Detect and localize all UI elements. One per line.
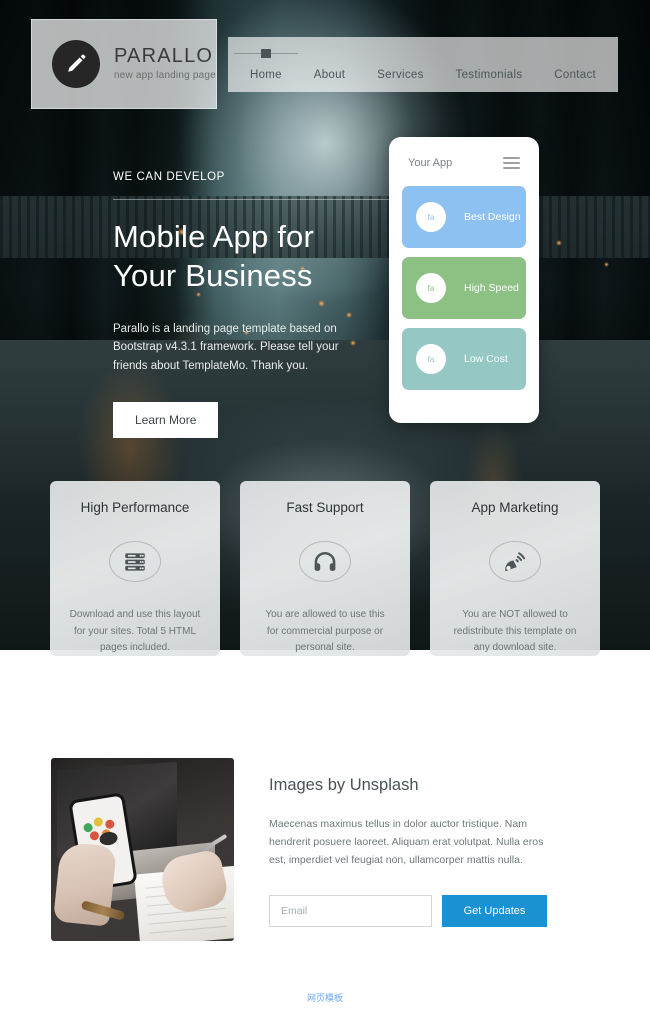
get-updates-button[interactable]: Get Updates bbox=[442, 895, 547, 928]
logo-block[interactable]: PARALLO new app landing page bbox=[31, 19, 217, 109]
brand-tagline: new app landing page bbox=[114, 70, 216, 82]
app-card-label: High Speed bbox=[464, 282, 519, 294]
feature-title: High Performance bbox=[80, 500, 190, 515]
nav-item-testimonials-label: Testimonials bbox=[455, 69, 523, 81]
unsplash-paragraph: Maecenas maximus tellus in dolor auctor … bbox=[269, 818, 544, 867]
feature-title: Fast Support bbox=[286, 500, 364, 515]
fa-icon-placeholder: fa bbox=[416, 202, 446, 232]
feature-description: You are NOT allowed to redistribute this… bbox=[453, 609, 577, 653]
fa-icon-label: fa bbox=[427, 354, 435, 364]
nav-active-slider-icon bbox=[233, 49, 298, 58]
nav-item-services[interactable]: Services bbox=[377, 69, 424, 81]
nav-item-about[interactable]: About bbox=[314, 69, 346, 81]
feature-card-app-marketing[interactable]: App Marketing You are NOT allowed to red… bbox=[430, 481, 600, 656]
email-input[interactable] bbox=[269, 895, 432, 928]
satellite-dish-icon bbox=[489, 541, 541, 583]
nav-item-home-label: Home bbox=[250, 69, 282, 81]
feature-description: Download and use this layout for your si… bbox=[69, 609, 201, 653]
nav-item-testimonials[interactable]: Testimonials bbox=[456, 69, 523, 81]
feature-title: App Marketing bbox=[471, 500, 559, 515]
pencil-icon bbox=[52, 40, 100, 88]
feature-card-high-performance[interactable]: High Performance Download and use this l… bbox=[50, 481, 220, 656]
unsplash-heading: Images by Unsplash bbox=[269, 776, 419, 794]
fa-icon-placeholder: fa bbox=[416, 273, 446, 303]
hero-divider bbox=[113, 199, 413, 200]
nav-item-about-label: About bbox=[313, 69, 346, 81]
feature-description: You are allowed to use this for commerci… bbox=[265, 609, 385, 653]
nav-item-home[interactable]: Home bbox=[233, 49, 298, 81]
learn-more-button[interactable]: Learn More bbox=[113, 402, 219, 439]
hero-heading-line-2: Your Business bbox=[113, 257, 313, 293]
hero-heading-line-1: Mobile App for bbox=[113, 219, 314, 254]
app-card-label: Low Cost bbox=[464, 353, 508, 365]
unsplash-photo bbox=[51, 758, 234, 941]
footer-link[interactable]: 网页模板 bbox=[307, 993, 343, 1003]
landing-page: PARALLO new app landing page Home About … bbox=[0, 0, 650, 1031]
app-card-high-speed[interactable]: fa High Speed bbox=[402, 257, 526, 319]
subscribe-form: Get Updates bbox=[269, 895, 559, 928]
hero-heading: Mobile App for Your Business bbox=[113, 218, 413, 296]
fa-icon-label: fa bbox=[427, 212, 435, 222]
app-card-low-cost[interactable]: fa Low Cost bbox=[402, 328, 526, 390]
phone-app-card-list: fa Best Design fa High Speed fa Low Cost bbox=[392, 186, 536, 400]
brand-name: PARALLO bbox=[114, 45, 214, 68]
hero-paragraph: Parallo is a landing page template based… bbox=[113, 322, 339, 372]
fa-icon-placeholder: fa bbox=[416, 344, 446, 374]
hamburger-icon[interactable] bbox=[503, 157, 520, 169]
server-icon bbox=[109, 541, 161, 583]
feature-card-list: High Performance Download and use this l… bbox=[0, 481, 650, 656]
hero-eyebrow: WE CAN DEVELOP bbox=[113, 171, 225, 183]
app-card-best-design[interactable]: fa Best Design bbox=[402, 186, 526, 248]
unsplash-copy-block: Images by Unsplash Maecenas maximus tell… bbox=[269, 776, 559, 928]
phone-app-title: Your App bbox=[408, 157, 453, 169]
phone-app-header: Your App bbox=[392, 140, 536, 186]
hero-copy-block: WE CAN DEVELOP Mobile App for Your Busin… bbox=[113, 171, 413, 439]
nav-item-contact-label: Contact bbox=[554, 69, 596, 81]
app-card-label: Best Design bbox=[464, 211, 521, 223]
phone-mockup: Your App fa Best Design fa High Speed fa bbox=[389, 137, 539, 423]
footer: 网页模板 bbox=[0, 988, 650, 1006]
main-navigation: Home About Services Testimonials Contact bbox=[228, 37, 618, 92]
nav-item-services-label: Services bbox=[377, 69, 424, 81]
fa-icon-label: fa bbox=[427, 283, 435, 293]
headphones-icon bbox=[299, 541, 351, 583]
nav-item-contact[interactable]: Contact bbox=[554, 69, 596, 81]
feature-card-fast-support[interactable]: Fast Support You are allowed to use this… bbox=[240, 481, 410, 656]
